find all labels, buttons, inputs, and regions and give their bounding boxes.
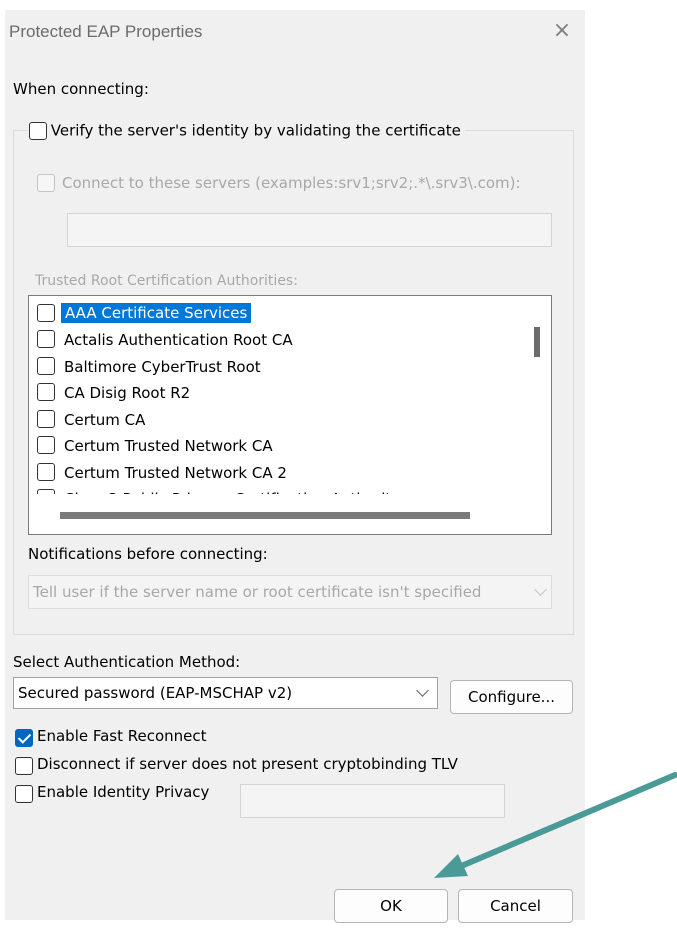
notifications-select: Tell user if the server name or root cer…: [28, 575, 552, 609]
ok-button[interactable]: OK: [334, 889, 448, 923]
connect-to-servers-checkbox: [37, 174, 55, 192]
list-item-checkbox[interactable]: [37, 304, 55, 322]
list-item[interactable]: Certum Trusted Network CA 2: [37, 460, 527, 486]
list-item-label: Certum Trusted Network CA 2: [64, 464, 287, 482]
list-item-label: Actalis Authentication Root CA: [64, 331, 293, 349]
verify-server-checkbox[interactable]: [29, 121, 47, 140]
trusted-root-label: Trusted Root Certification Authorities:: [35, 273, 298, 289]
chevron-down-icon: [416, 684, 429, 697]
when-connecting-label: When connecting:: [13, 80, 149, 98]
list-item-label: Certum CA: [64, 411, 146, 429]
trusted-root-list[interactable]: AAA Certificate Services Actalis Authent…: [28, 295, 552, 535]
verify-server-row[interactable]: Verify the server's identity by validati…: [28, 121, 465, 140]
auth-method-select[interactable]: Secured password (EAP-MSCHAP v2): [13, 677, 438, 709]
list-item[interactable]: AAA Certificate Services: [37, 301, 527, 327]
horizontal-scrollbar-thumb[interactable]: [60, 512, 470, 519]
fast-reconnect-checkbox[interactable]: [15, 729, 33, 747]
close-icon[interactable]: ×: [552, 20, 572, 42]
identity-privacy-checkbox[interactable]: [15, 785, 33, 803]
cryptobinding-label: Disconnect if server does not present cr…: [37, 755, 458, 773]
notifications-value: Tell user if the server name or root cer…: [33, 583, 482, 601]
list-item-label: Certum Trusted Network CA: [64, 437, 273, 455]
list-item[interactable]: Baltimore CyberTrust Root: [37, 354, 527, 380]
identity-privacy-label: Enable Identity Privacy: [37, 783, 210, 801]
connect-to-servers-label: Connect to these servers (examples:srv1;…: [62, 174, 521, 192]
chevron-down-icon: [534, 583, 547, 596]
auth-method-label: Select Authentication Method:: [13, 653, 241, 671]
list-item[interactable]: Certum CA: [37, 407, 527, 433]
list-item-label: Class 3 Public Primary Certification Aut…: [64, 490, 401, 508]
fast-reconnect-label: Enable Fast Reconnect: [37, 727, 207, 745]
dialog-title: Protected EAP Properties: [9, 22, 203, 41]
list-item-checkbox[interactable]: [37, 463, 55, 481]
list-item[interactable]: Class 3 Public Primary Certification Aut…: [37, 486, 527, 508]
servers-input: [67, 213, 552, 247]
list-item[interactable]: CA Disig Root R2: [37, 380, 527, 406]
list-item-checkbox[interactable]: [37, 330, 55, 348]
notifications-label: Notifications before connecting:: [28, 545, 268, 563]
list-item-checkbox[interactable]: [37, 410, 55, 428]
list-item[interactable]: Actalis Authentication Root CA: [37, 327, 527, 353]
vertical-scrollbar-thumb[interactable]: [534, 327, 540, 357]
cancel-button[interactable]: Cancel: [458, 889, 573, 923]
list-item-label: Baltimore CyberTrust Root: [64, 358, 261, 376]
arrow-icon: [434, 772, 677, 878]
list-item[interactable]: Certum Trusted Network CA: [37, 433, 527, 459]
list-item-checkbox[interactable]: [37, 436, 55, 454]
auth-method-value: Secured password (EAP-MSCHAP v2): [18, 684, 293, 702]
configure-button[interactable]: Configure...: [450, 680, 573, 714]
cryptobinding-checkbox[interactable]: [15, 757, 33, 775]
verify-server-label: Verify the server's identity by validati…: [50, 121, 461, 140]
list-item-label: AAA Certificate Services: [61, 303, 252, 323]
list-item-checkbox[interactable]: [37, 383, 55, 401]
list-item-checkbox[interactable]: [37, 357, 55, 375]
list-item-checkbox[interactable]: [37, 489, 55, 494]
list-item-label: CA Disig Root R2: [64, 384, 191, 402]
